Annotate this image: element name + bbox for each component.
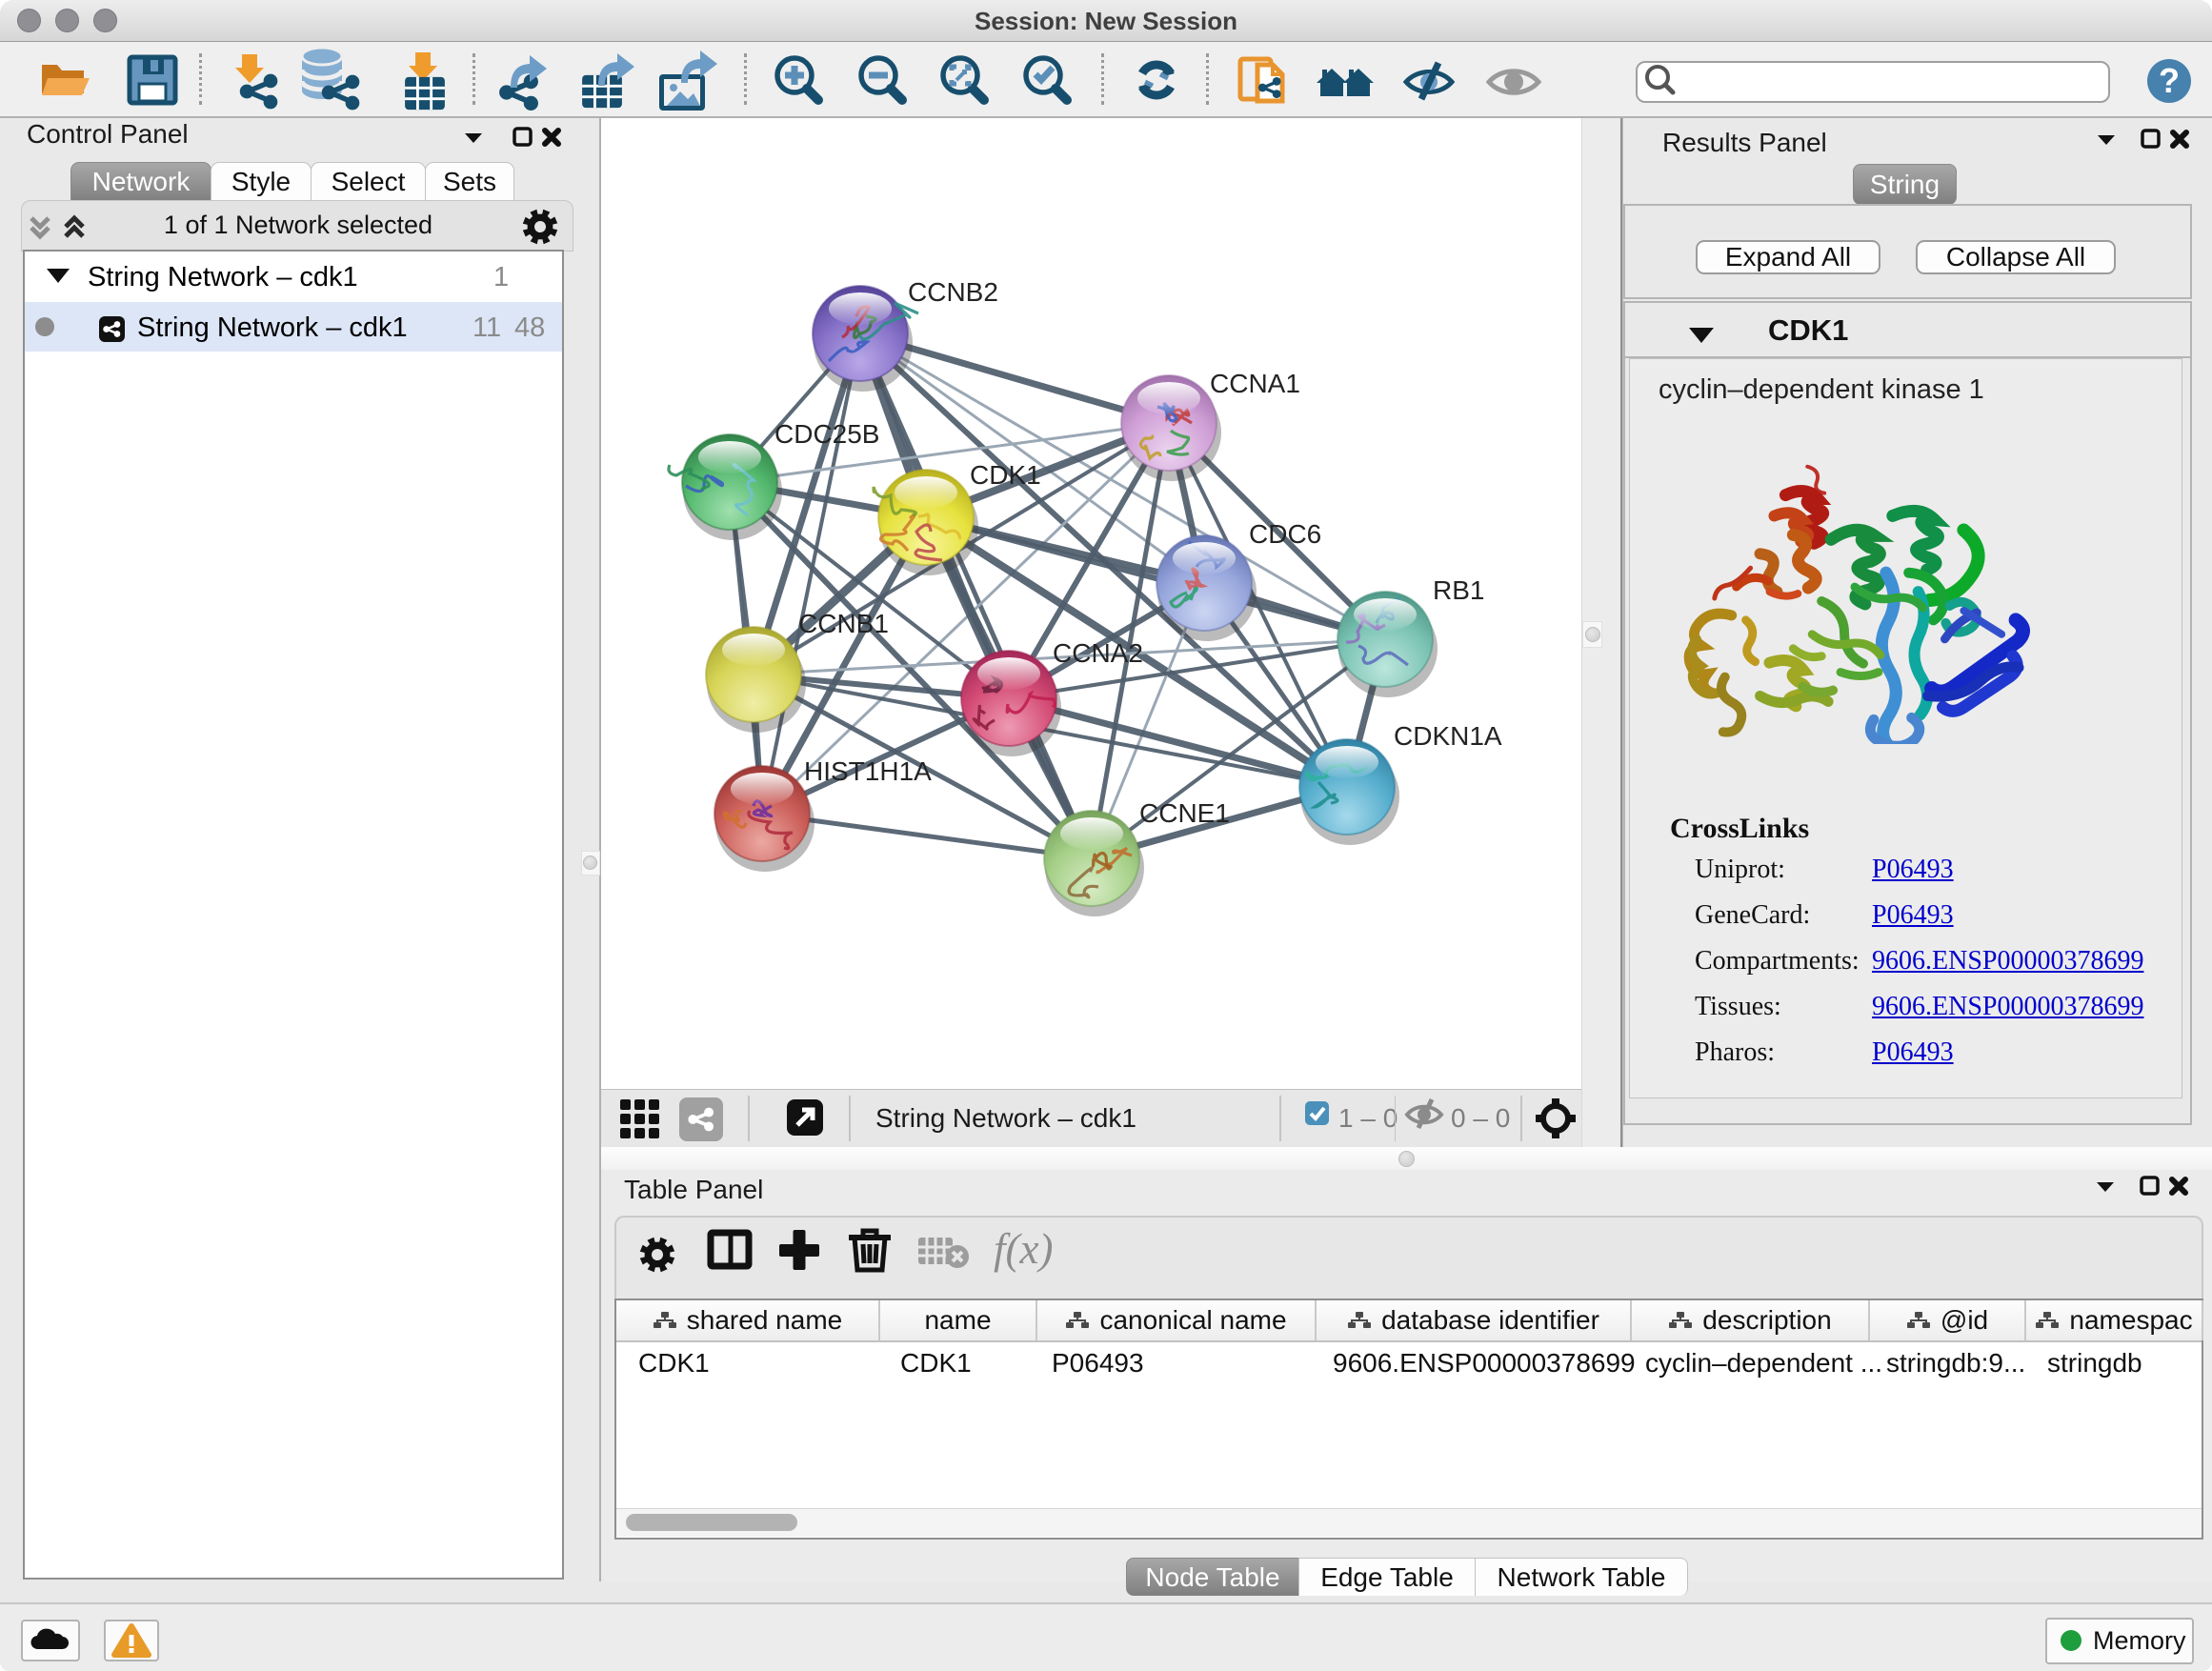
svg-text:RB1: RB1 bbox=[1433, 575, 1484, 605]
svg-text:?: ? bbox=[2159, 61, 2180, 100]
svg-text:CCNB2: CCNB2 bbox=[908, 277, 998, 307]
svg-text:CDK1: CDK1 bbox=[970, 460, 1041, 490]
svg-text:f(x): f(x) bbox=[994, 1225, 1053, 1273]
svg-text:CDKN1A: CDKN1A bbox=[1394, 721, 1502, 751]
svg-text:CCNE1: CCNE1 bbox=[1139, 798, 1230, 828]
svg-text:CDC25B: CDC25B bbox=[774, 419, 879, 449]
svg-text:CDC6: CDC6 bbox=[1249, 519, 1321, 549]
svg-text:HIST1H1A: HIST1H1A bbox=[804, 756, 932, 786]
svg-text:CCNA1: CCNA1 bbox=[1210, 369, 1300, 398]
svg-text:CCNA2: CCNA2 bbox=[1053, 638, 1143, 668]
svg-text:CCNB1: CCNB1 bbox=[798, 609, 889, 638]
